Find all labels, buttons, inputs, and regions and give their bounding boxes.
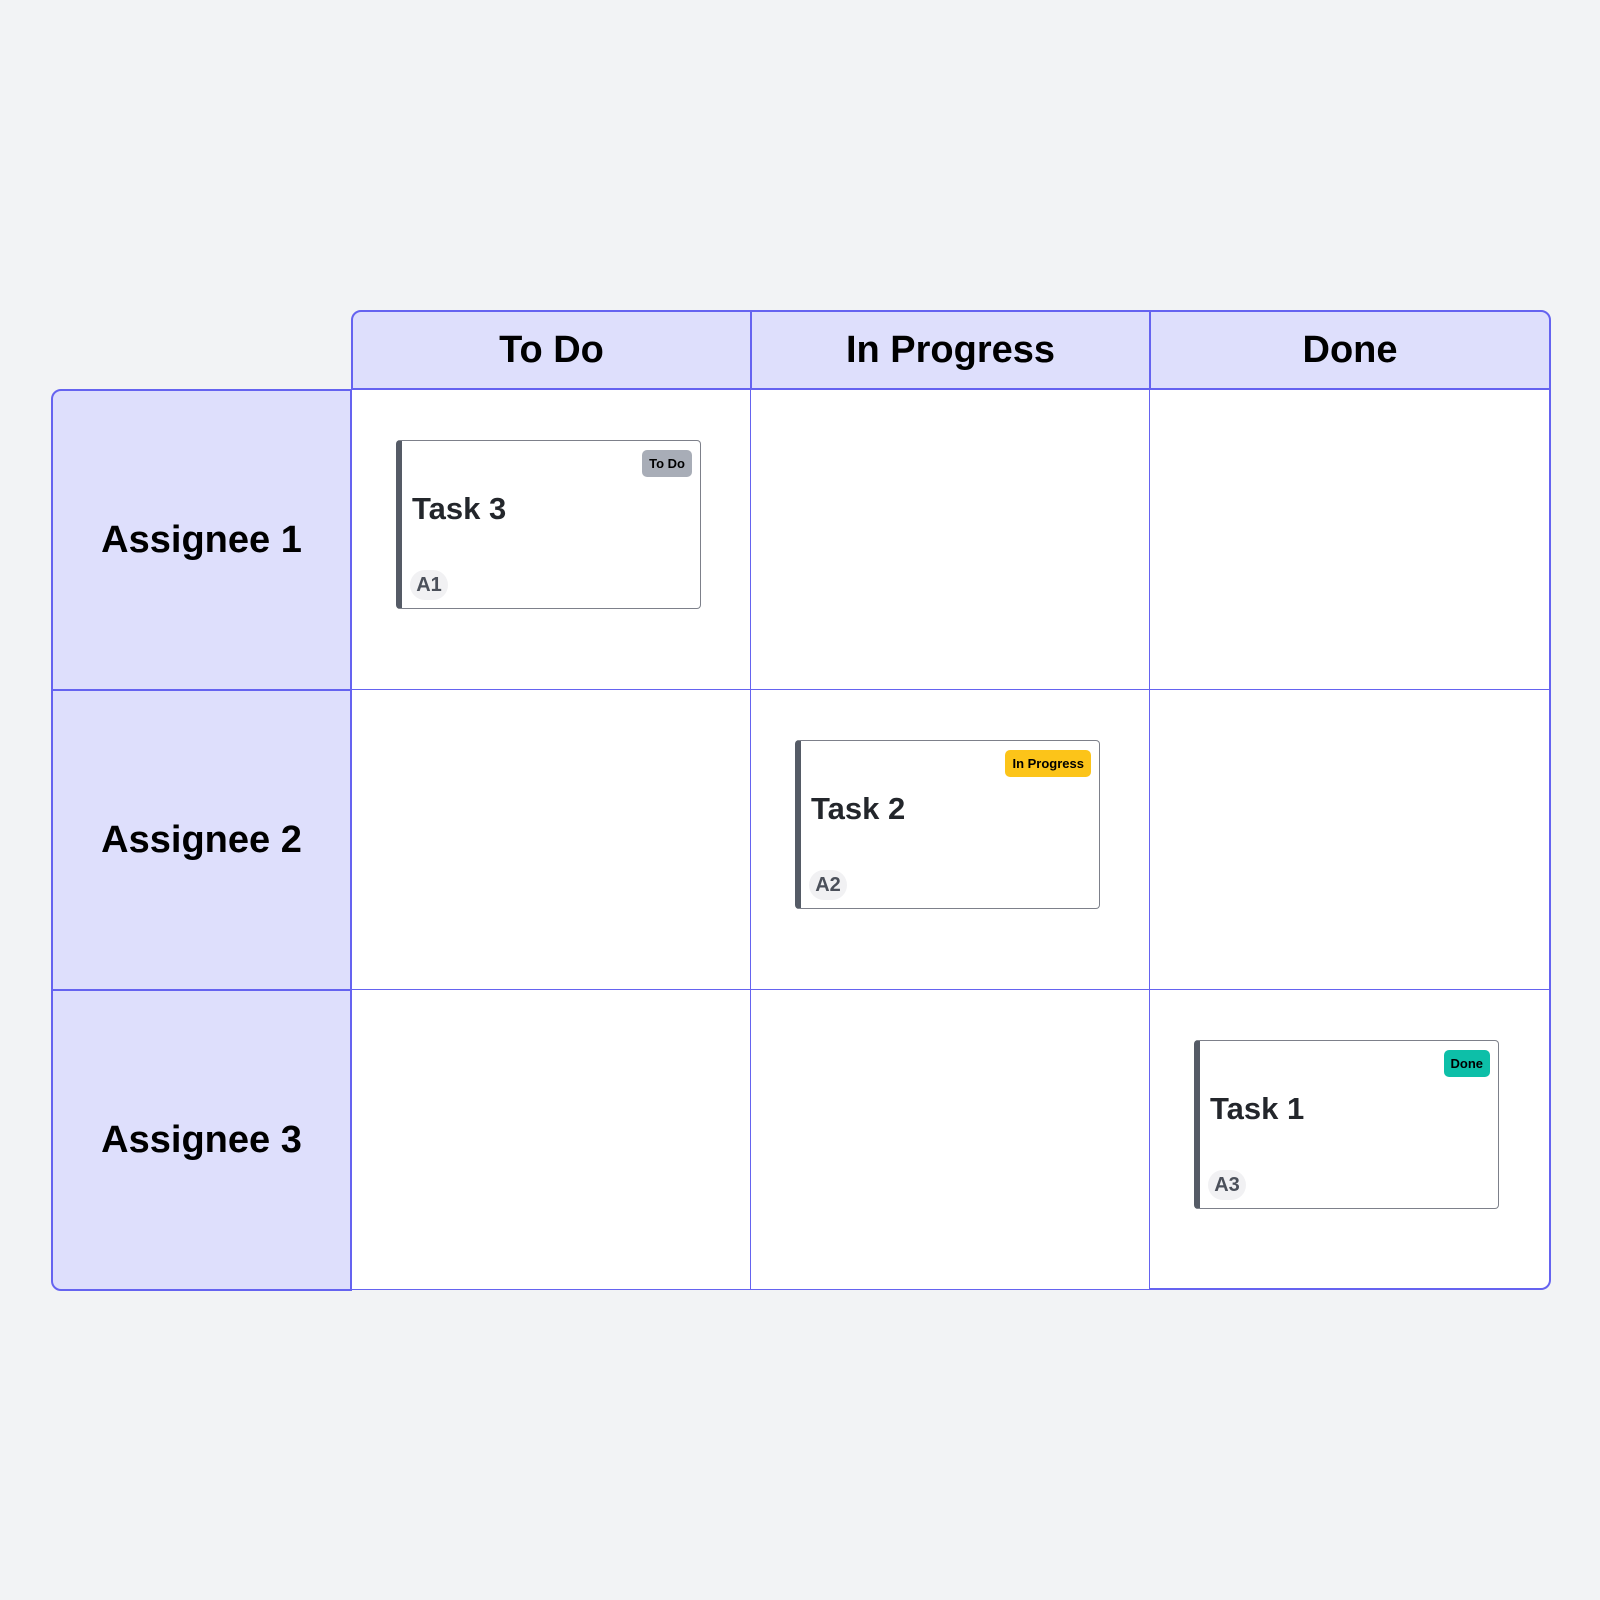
header-in-progress: In Progress [750, 310, 1151, 390]
status-badge: In Progress [1005, 750, 1091, 777]
task-title: Task 1 [1210, 1091, 1305, 1126]
header-done: Done [1149, 310, 1551, 390]
task-card[interactable]: To Do Task 3 A1 [396, 440, 701, 609]
status-badge: To Do [642, 450, 692, 477]
status-badge: Done [1443, 1050, 1490, 1077]
header-todo: To Do [351, 310, 752, 390]
task-card[interactable]: Done Task 1 A3 [1194, 1040, 1499, 1209]
cell-a3-in-progress[interactable] [750, 989, 1150, 1290]
cell-a1-in-progress[interactable] [750, 389, 1150, 690]
cell-a3-done[interactable]: Done Task 1 A3 [1149, 989, 1551, 1290]
cell-a3-todo[interactable] [351, 989, 751, 1290]
row-header-assignee-2: Assignee 2 [51, 689, 352, 991]
task-title: Task 3 [412, 491, 507, 526]
avatar: A1 [410, 570, 448, 600]
cell-a2-todo[interactable] [351, 689, 751, 990]
cell-a1-todo[interactable]: To Do Task 3 A1 [351, 389, 751, 690]
cell-a2-in-progress[interactable]: In Progress Task 2 A2 [750, 689, 1150, 990]
row-header-assignee-3: Assignee 3 [51, 989, 352, 1291]
row-header-assignee-1: Assignee 1 [51, 389, 352, 691]
cell-a1-done[interactable] [1149, 389, 1551, 690]
cell-a2-done[interactable] [1149, 689, 1551, 990]
avatar: A3 [1208, 1170, 1246, 1200]
task-title: Task 2 [811, 791, 906, 826]
task-card[interactable]: In Progress Task 2 A2 [795, 740, 1100, 909]
avatar: A2 [809, 870, 847, 900]
